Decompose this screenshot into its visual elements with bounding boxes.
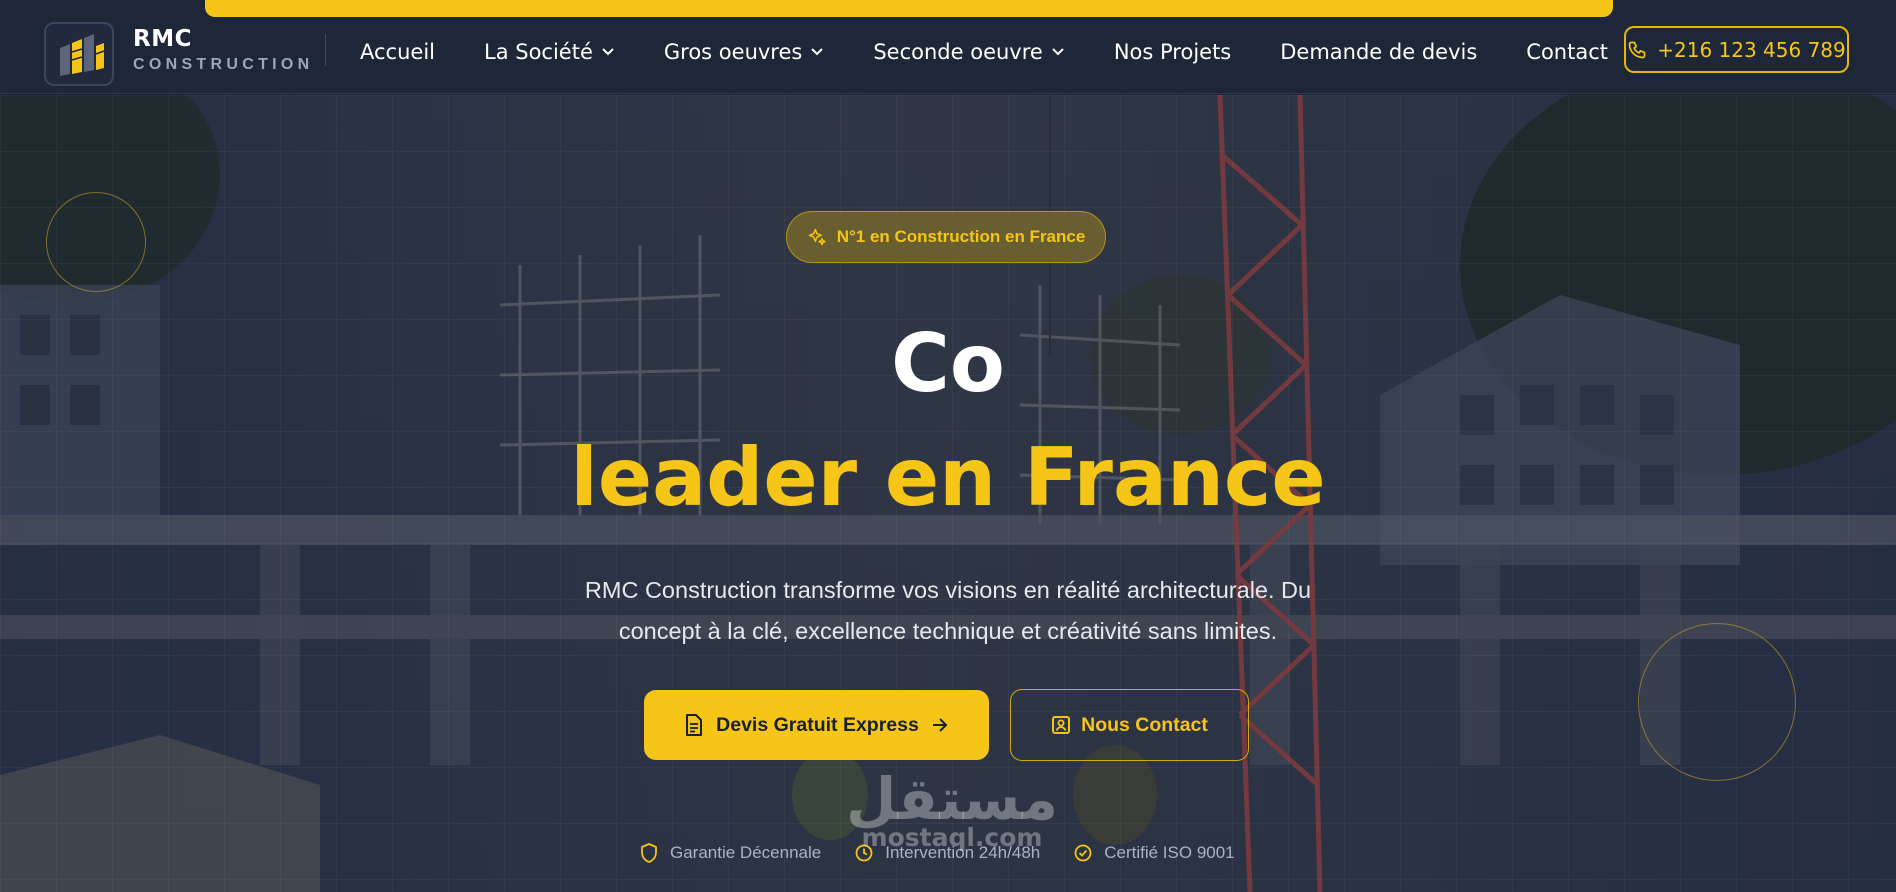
nav-demande-de-devis[interactable]: Demande de devis <box>1280 40 1477 64</box>
chevron-down-icon <box>811 48 824 56</box>
nav-label: Gros oeuvres <box>663 40 803 64</box>
nav-seconde-oeuvre[interactable]: Seconde oeuvre <box>873 40 1064 64</box>
hero-title-line1: Co <box>891 317 1005 410</box>
decorative-ring-left <box>46 192 146 292</box>
brand-logo[interactable] <box>44 22 114 86</box>
phone-number: +216 123 456 789 <box>1657 37 1846 62</box>
brand-name: RMC <box>133 26 192 52</box>
feature-garantie: Garantie Décennale <box>640 843 821 863</box>
devis-gratuit-button[interactable]: Devis Gratuit Express <box>644 690 989 760</box>
brand-subtitle: CONSTRUCTION <box>133 56 314 73</box>
main-nav: Accueil La Société Gros oeuvres Seconde … <box>360 40 1657 64</box>
badge-text: N°1 en Construction en France <box>836 227 1086 246</box>
nav-label: Nos Projets <box>1113 40 1232 64</box>
building-logo-icon <box>60 34 105 76</box>
hero-title-line2: leader en France <box>570 431 1326 524</box>
shield-icon <box>641 843 657 863</box>
arrow-right-icon <box>932 718 948 732</box>
document-icon <box>686 714 703 736</box>
sparkles-icon <box>808 228 826 246</box>
phone-button[interactable]: +216 123 456 789 <box>1624 26 1849 73</box>
brand-text[interactable]: RMC CONSTRUCTION <box>133 26 313 74</box>
chevron-down-icon <box>602 48 614 56</box>
phone-icon <box>1628 41 1646 58</box>
nav-label: Seconde oeuvre <box>873 40 1043 64</box>
nav-label: La Société <box>484 40 593 64</box>
nav-accueil[interactable]: Accueil <box>360 40 435 64</box>
nav-gros-oeuvres[interactable]: Gros oeuvres <box>664 40 824 64</box>
nav-contact[interactable]: Contact <box>1526 40 1608 64</box>
mostaql-watermark: مستقل mostaql.com <box>822 767 1082 851</box>
chevron-down-icon <box>1052 48 1064 56</box>
hero-badge: N°1 en Construction en France <box>786 211 1106 263</box>
hero-description: RMC Construction transforme vos visions … <box>584 577 1312 644</box>
decorative-ring-right <box>1638 623 1796 781</box>
nav-label: Accueil <box>360 40 435 64</box>
header-divider <box>325 34 326 66</box>
feature-label: Garantie Décennale <box>670 843 822 862</box>
nous-contact-button[interactable]: Nous Contact <box>1010 689 1249 761</box>
top-accent-bar <box>205 0 1613 17</box>
watermark-arabic: مستقل <box>845 765 1059 833</box>
nav-label: Demande de devis <box>1280 40 1478 64</box>
contact-button-label: Nous Contact <box>1081 713 1208 736</box>
hero-section: N°1 en Construction en France Co leader … <box>0 95 1896 892</box>
nav-la-societe[interactable]: La Société <box>484 40 615 64</box>
nav-label: Contact <box>1526 40 1608 64</box>
nav-nos-projets[interactable]: Nos Projets <box>1114 40 1231 64</box>
devis-button-label: Devis Gratuit Express <box>716 713 919 736</box>
feature-label: Certifié ISO 9001 <box>1104 843 1235 862</box>
feature-certifie: Certifié ISO 9001 <box>1074 843 1235 863</box>
contact-card-icon <box>1052 716 1071 734</box>
